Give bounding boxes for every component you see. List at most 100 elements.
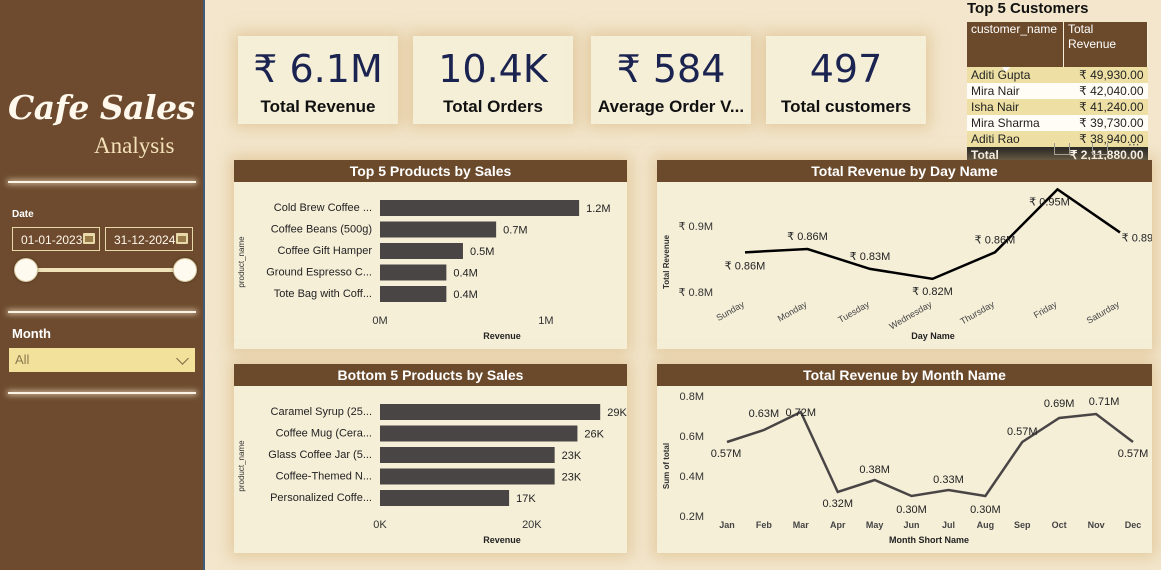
column-header-customer[interactable]: customer_name xyxy=(967,22,1064,67)
filter-icon[interactable] xyxy=(1054,143,1070,155)
chart-title: Total Revenue by Month Name xyxy=(657,364,1152,386)
date-start-value: 01-01-2023 xyxy=(21,233,83,247)
more-options-icon[interactable]: ··· xyxy=(1128,139,1142,154)
chevron-down-icon[interactable] xyxy=(176,352,189,365)
month-revenue-chart: Total Revenue by Month Name Sum of total… xyxy=(657,364,1152,553)
kpi-value: ₹ 584 xyxy=(616,47,726,91)
calendar-icon[interactable] xyxy=(176,233,188,244)
kpi-label: Total customers xyxy=(780,97,912,116)
data-label: 0.57M xyxy=(1007,426,1038,438)
day-revenue-plot: Total Revenue ₹ 0.8M ₹ 0.9M Sunday ₹ 0.86M Mo… xyxy=(662,187,1152,341)
y-axis-label: Sum of total xyxy=(662,443,671,489)
month-revenue-plot: Sum of total 0.2M 0.4M 0.6M 0.8M Jan 0.57M Feb 0… xyxy=(662,391,1149,545)
divider xyxy=(8,392,196,394)
table-row[interactable]: Isha Nair ₹ 41,240.00 xyxy=(967,99,1148,115)
category-label: Coffee Beans (500g) xyxy=(271,224,372,236)
x-tick-label: Friday xyxy=(1032,299,1059,320)
divider xyxy=(8,311,196,313)
x-tick-label: Sep xyxy=(1014,520,1031,530)
data-label: 26K xyxy=(584,429,604,441)
x-axis-label: Day Name xyxy=(911,331,955,341)
customer-revenue: ₹ 42,040.00 xyxy=(1063,83,1148,99)
y-tick-label: 0.8M xyxy=(680,391,704,403)
data-label: 0.30M xyxy=(896,504,927,516)
bar xyxy=(380,221,497,238)
sort-desc-icon[interactable] xyxy=(1002,67,1010,72)
day-revenue-chart: Total Revenue by Day Name Total Revenue ₹… xyxy=(657,160,1152,349)
data-label: 0.33M xyxy=(933,474,964,486)
kpi-value: ₹ 6.1M xyxy=(253,47,383,91)
x-tick-label: May xyxy=(866,520,884,530)
table-row[interactable]: Mira Nair ₹ 42,040.00 xyxy=(967,83,1148,99)
date-end-input[interactable]: 31-12-2024 xyxy=(105,227,193,251)
kpi-average-order-value: ₹ 584 Average Order V... xyxy=(591,36,751,124)
x-tick-label: Aug xyxy=(977,520,995,530)
customer-revenue: ₹ 41,240.00 xyxy=(1063,99,1148,115)
table-row[interactable]: Aditi Gupta ₹ 49,930.00 xyxy=(967,67,1148,83)
chart-title: Bottom 5 Products by Sales xyxy=(234,364,627,386)
table-row[interactable]: Mira Sharma ₹ 39,730.00 xyxy=(967,115,1148,131)
data-label: 17K xyxy=(516,493,536,505)
y-axis-label: product_name xyxy=(237,236,246,288)
bar xyxy=(380,264,447,281)
customers-table: customer_name Total Revenue Aditi Gupta ₹… xyxy=(967,22,1148,163)
customer-name: Mira Nair xyxy=(967,83,1064,99)
category-label: Coffee Gift Hamper xyxy=(277,245,372,257)
data-label: ₹ 0.86M xyxy=(975,234,1016,246)
top-products-plot: product_name Cold Brew Coffee ... 1.2M Coff… xyxy=(237,200,611,341)
kpi-label: Average Order V... xyxy=(597,97,745,116)
category-label: Coffee Mug (Cera... xyxy=(276,428,372,440)
kpi-value: 497 xyxy=(809,47,883,91)
y-tick-label: ₹ 0.9M xyxy=(678,221,713,233)
column-header-revenue[interactable]: Total Revenue xyxy=(1002,22,1148,72)
data-label: ₹ 0.86M xyxy=(725,260,766,272)
y-axis-label: product_name xyxy=(237,440,246,492)
date-start-input[interactable]: 01-01-2023 xyxy=(12,227,100,251)
y-tick-label: 0.2M xyxy=(680,511,704,523)
month-dropdown[interactable]: All xyxy=(9,348,195,372)
y-tick-label: 0.6M xyxy=(680,431,704,443)
data-label: 0.32M xyxy=(822,498,853,510)
date-range-slider[interactable] xyxy=(24,268,186,272)
bar xyxy=(380,447,555,463)
bar xyxy=(380,200,580,216)
x-tick-label: Mar xyxy=(793,520,810,530)
data-label: 0.57M xyxy=(1118,448,1149,460)
bottom-products-chart: Bottom 5 Products by Sales product_name C… xyxy=(234,364,627,553)
x-tick-label: Saturday xyxy=(1085,299,1122,326)
visual-header-icons: ··· xyxy=(1052,139,1150,155)
calendar-icon[interactable] xyxy=(83,233,95,244)
bar xyxy=(380,490,510,506)
x-tick-label: 0M xyxy=(372,315,387,327)
customer-revenue: ₹ 49,930.00 xyxy=(1063,67,1148,83)
x-axis-label: Revenue xyxy=(483,331,521,341)
x-tick-label: 0K xyxy=(373,519,387,531)
data-label: 23K xyxy=(562,450,582,462)
bar xyxy=(380,425,578,442)
sidebar: Cafe Sales Analysis Date 01-01-2023 31-1… xyxy=(0,0,205,570)
data-label: ₹ 0.89M xyxy=(1122,232,1152,244)
slider-start-handle[interactable] xyxy=(14,258,38,282)
y-tick-label: 0.4M xyxy=(680,471,704,483)
x-tick-label: Monday xyxy=(776,299,809,324)
bottom-products-plot: product_name Caramel Syrup (25... 29K Coffe… xyxy=(237,404,627,545)
y-tick-label: ₹ 0.8M xyxy=(678,287,713,299)
data-label: 0.63M xyxy=(749,408,780,420)
x-axis-label: Month Short Name xyxy=(889,535,969,545)
kpi-label: Total Orders xyxy=(443,97,543,116)
x-tick-label: Jul xyxy=(942,520,955,530)
x-tick-label: Apr xyxy=(830,520,846,530)
data-label: 0.4M xyxy=(453,289,477,301)
divider xyxy=(8,181,196,183)
focus-mode-icon[interactable] xyxy=(1092,143,1108,155)
x-tick-label: Wednesday xyxy=(887,299,933,332)
data-label: 1.2M xyxy=(586,203,610,215)
customer-name: Aditi Rao xyxy=(967,131,1064,147)
data-label: 0.71M xyxy=(1089,396,1120,408)
kpi-label: Total Revenue xyxy=(260,97,376,116)
data-label: ₹ 0.82M xyxy=(912,286,953,298)
chart-title: Total Revenue by Day Name xyxy=(657,160,1152,182)
customers-table-title: Top 5 Customers xyxy=(967,0,1089,17)
kpi-total-orders: 10.4K Total Orders xyxy=(413,36,573,124)
slider-end-handle[interactable] xyxy=(173,258,197,282)
